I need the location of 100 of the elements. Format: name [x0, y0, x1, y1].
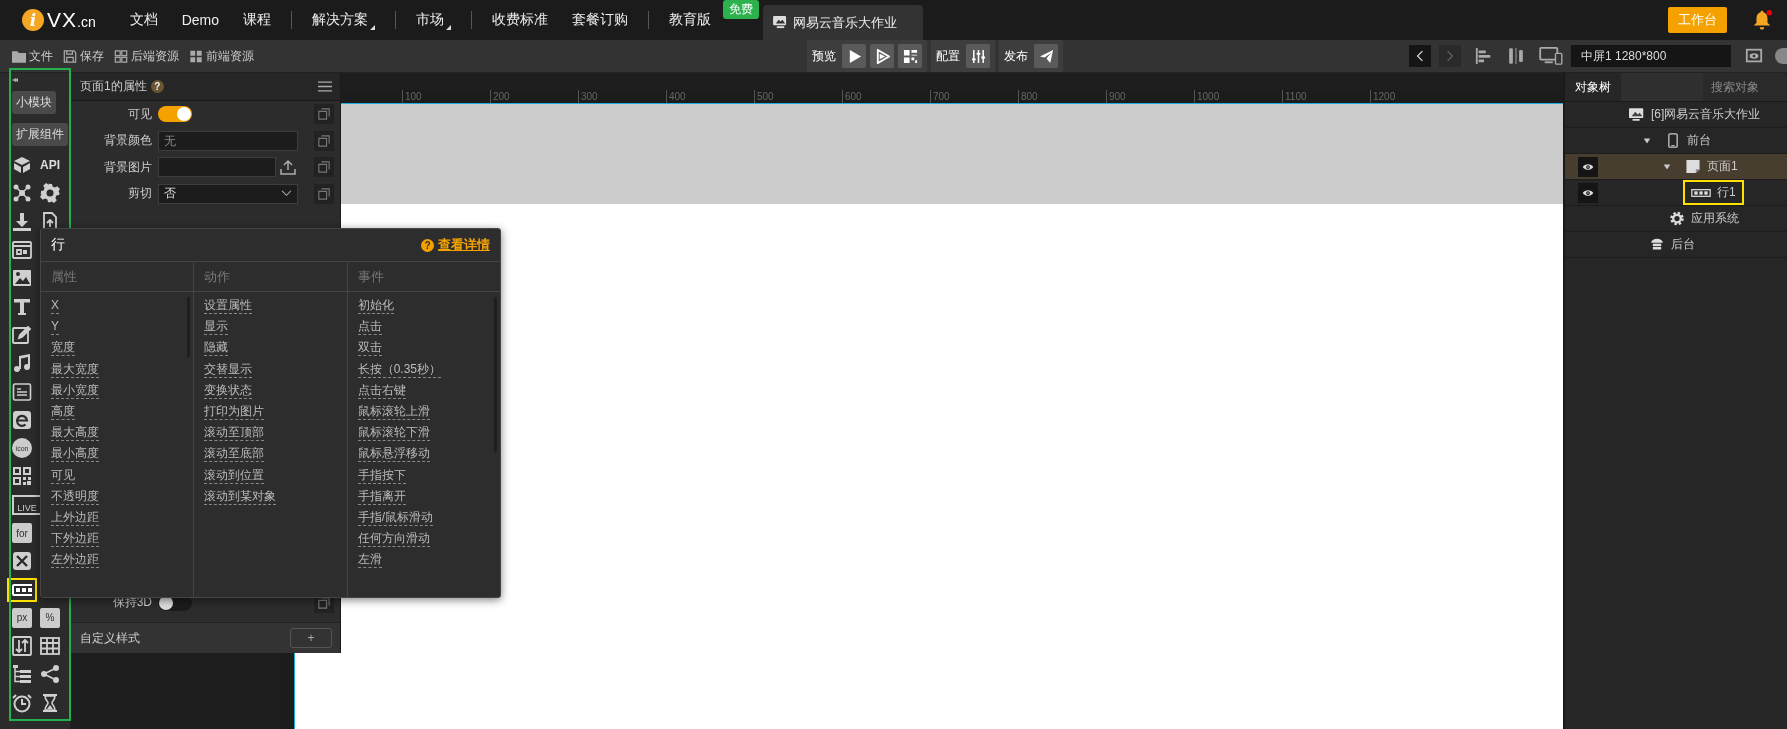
tree-row[interactable]: 页面1 [1565, 154, 1787, 180]
screen-size-field[interactable]: 中屏1 1280*800 [1571, 45, 1731, 67]
tree-row[interactable]: 行1 [1565, 180, 1787, 206]
toolbar-button[interactable]: 后端资源 [114, 47, 179, 65]
nav-link[interactable]: Demo [169, 10, 232, 30]
cross-icon[interactable] [12, 551, 32, 572]
list-link[interactable]: 最小高度 [51, 445, 99, 463]
timer-icon[interactable] [12, 692, 32, 713]
list-link[interactable]: 长按（0.35秒） [357, 360, 441, 378]
list-link[interactable]: 上外边距 [51, 508, 99, 526]
pencil-icon[interactable] [12, 324, 32, 345]
for-label[interactable]: for [12, 523, 32, 543]
add-button[interactable]: + [290, 628, 332, 648]
px-label[interactable]: px [12, 607, 32, 628]
align-left-icon[interactable] [1475, 47, 1493, 65]
list-link[interactable]: 滚动到位置 [204, 466, 265, 484]
toggle-switch[interactable] [158, 106, 192, 123]
settings-icon[interactable] [40, 183, 60, 204]
color-field[interactable]: 无 [158, 130, 298, 151]
nav-link[interactable]: 文档 [117, 10, 170, 30]
category-button[interactable]: 小模块 [12, 91, 56, 114]
list-link[interactable]: 显示 [204, 318, 229, 336]
document-icon[interactable] [12, 381, 32, 402]
list-link[interactable]: 点击右键 [357, 381, 406, 399]
table-icon[interactable] [40, 636, 60, 657]
collapse-toggle[interactable]: ◂◂ [12, 75, 17, 87]
toolbar-button[interactable]: 保存 [63, 47, 104, 65]
toolbar-button[interactable]: 前端资源 [189, 47, 254, 65]
eye-icon[interactable] [1578, 156, 1598, 177]
percent-label[interactable]: % [40, 607, 60, 628]
sliders-button[interactable] [966, 44, 990, 68]
api-label[interactable]: API [40, 155, 60, 176]
menu-icon[interactable] [318, 81, 332, 92]
preview-icon[interactable] [1745, 47, 1763, 65]
nav-link[interactable]: 解决方案 [300, 10, 388, 30]
copy-button[interactable] [314, 130, 334, 151]
nav-link[interactable]: 套餐订购 [560, 10, 641, 30]
list-link[interactable]: 打印为图片 [204, 402, 265, 420]
list-link[interactable]: 鼠标悬浮移动 [357, 445, 430, 463]
list-link[interactable]: 鼠标滚轮下滑 [357, 424, 430, 442]
row-component-icon[interactable] [7, 577, 37, 602]
list-link[interactable]: 交替显示 [204, 360, 253, 378]
eye-icon[interactable] [1578, 182, 1598, 203]
window-icon[interactable] [12, 240, 32, 261]
tree-item-label[interactable]: 应用系统 [1691, 210, 1739, 227]
list-link[interactable]: 初始化 [357, 297, 394, 314]
play-button[interactable] [870, 44, 894, 68]
list-link[interactable]: 滚动至顶部 [204, 424, 265, 442]
nodes-icon[interactable] [12, 183, 32, 204]
expand-arrow-icon[interactable] [1663, 162, 1671, 171]
list-link[interactable]: 点击 [357, 318, 382, 336]
project-tab[interactable]: 网易云音乐大作业 [763, 5, 924, 40]
list-link[interactable]: 隐藏 [204, 339, 229, 357]
copy-button[interactable] [314, 183, 334, 204]
tree-icon[interactable] [12, 664, 32, 685]
details-link[interactable]: 查看详情 [438, 236, 490, 254]
list-link[interactable]: 最大宽度 [51, 360, 99, 378]
list-link[interactable]: X [51, 297, 59, 314]
nav-link[interactable]: 课程 [231, 10, 284, 30]
qr-button[interactable] [898, 44, 922, 68]
list-link[interactable]: 不透明度 [51, 487, 99, 505]
tree-item-label[interactable]: 前台 [1687, 132, 1711, 149]
help-icon[interactable]: ? [150, 80, 164, 93]
hourglass-icon[interactable] [40, 692, 60, 713]
toolbar-button[interactable]: 文件 [12, 47, 53, 65]
copy-button[interactable] [314, 104, 334, 125]
browser-icon[interactable] [12, 409, 32, 430]
logo-text[interactable]: VX [47, 8, 77, 32]
category-button[interactable]: 扩展组件 [12, 123, 68, 146]
list-link[interactable]: 最小宽度 [51, 381, 99, 399]
list-link[interactable]: 鼠标滚轮上滑 [357, 402, 430, 420]
music-icon[interactable] [12, 353, 32, 374]
expand-arrow-icon[interactable] [1643, 136, 1651, 145]
list-link[interactable]: 手指按下 [357, 466, 406, 484]
list-link[interactable]: 滚动到某对象 [204, 487, 277, 505]
list-link[interactable]: 任何方向滑动 [357, 530, 430, 548]
list-link[interactable]: 变换状态 [204, 381, 253, 399]
list-link[interactable]: 双击 [357, 339, 382, 357]
upload-icon[interactable] [280, 159, 296, 176]
tree-item-label[interactable]: 行1 [1717, 184, 1736, 201]
bell-icon[interactable] [1751, 9, 1773, 31]
align-center-icon[interactable] [1507, 47, 1525, 65]
send-button[interactable] [1034, 44, 1058, 68]
sort-icon[interactable] [12, 636, 32, 657]
list-link[interactable]: 左外边距 [51, 551, 99, 569]
tree-item-label[interactable]: 后台 [1671, 236, 1695, 253]
list-link[interactable]: 滚动至底部 [204, 445, 265, 463]
qr-icon[interactable] [12, 466, 32, 487]
nav-link[interactable]: 收费标准 [480, 10, 561, 30]
download-icon[interactable] [12, 211, 32, 232]
list-link[interactable]: 高度 [51, 402, 75, 420]
list-link[interactable]: 可见 [51, 466, 75, 484]
list-link[interactable]: 下外边距 [51, 530, 99, 548]
box-icon[interactable] [12, 155, 32, 176]
panel-tab[interactable]: 对象树 [1565, 73, 1621, 101]
list-link[interactable]: 手指/鼠标滑动 [357, 508, 433, 526]
image-icon[interactable] [12, 268, 32, 289]
list-link[interactable]: 左滑 [357, 551, 382, 569]
devices-icon[interactable] [1539, 47, 1563, 65]
logo-suffix[interactable]: .cn [77, 14, 96, 30]
